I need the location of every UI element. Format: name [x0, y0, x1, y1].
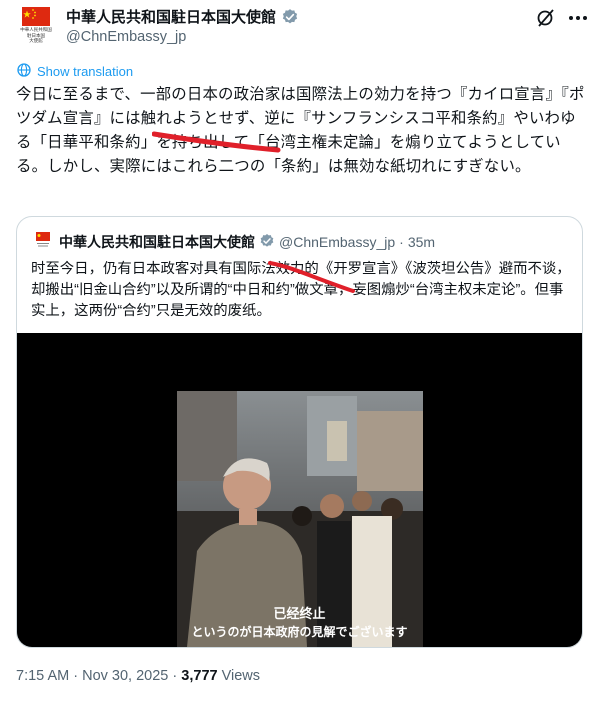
subtitle-japanese: というのが日本政府の見解でございます — [191, 625, 408, 639]
avatar-caption: 中華人民共和国 駐日本国 大使館 — [20, 27, 52, 43]
quoted-handle: @ChnEmbassy_jp — [279, 234, 396, 250]
quoted-verified-badge-icon — [259, 233, 275, 252]
show-translation-link[interactable]: Show translation — [16, 62, 133, 81]
video-player[interactable]: 已经终止 というのが日本政府の見解でございます — [17, 333, 582, 647]
translate-globe-icon — [16, 62, 32, 81]
grok-icon[interactable] — [536, 8, 556, 28]
show-translation-label: Show translation — [37, 64, 134, 79]
subtitle-chinese: 已经终止 — [273, 606, 326, 621]
red-strikethrough-annotation-quoted — [268, 261, 355, 293]
tweet-text: 今日に至るまで、一部の日本の政治家は国際法上の効力を持つ『カイロ宣言』『ポツダム… — [16, 86, 585, 175]
tweet-footer: 7:15 AM · Nov 30, 2025 · 3,777 Views — [16, 668, 260, 684]
views-count: 3,777 — [181, 668, 218, 684]
avatar[interactable]: 中華人民共和国 駐日本国 大使館 — [16, 6, 56, 46]
quoted-tweet[interactable]: 中華人民共和国駐日本国大使館 @ChnEmbassy_jp · 35m 时至今日… — [16, 216, 583, 648]
handle[interactable]: @ChnEmbassy_jp — [66, 29, 186, 45]
display-name[interactable]: 中華人民共和国駐日本国大使館 — [66, 6, 276, 27]
quoted-time: 35m — [407, 234, 436, 250]
quoted-display-name: 中華人民共和国駐日本国大使館 — [59, 234, 255, 250]
tweet-date[interactable]: Nov 30, 2025 — [82, 668, 168, 684]
quoted-separator: · — [399, 234, 404, 250]
red-strikethrough-annotation — [152, 131, 281, 153]
verified-badge-icon — [281, 8, 299, 26]
footer-separator: · — [172, 668, 178, 684]
quoted-avatar — [33, 231, 53, 251]
views-label: Views — [221, 668, 261, 684]
more-icon[interactable] — [567, 8, 589, 28]
tweet-header: 中華人民共和国 駐日本国 大使館 中華人民共和国駐日本国大使館 @ChnEmba… — [0, 0, 605, 60]
tweet-time[interactable]: 7:15 AM — [16, 668, 69, 684]
footer-separator: · — [73, 668, 79, 684]
